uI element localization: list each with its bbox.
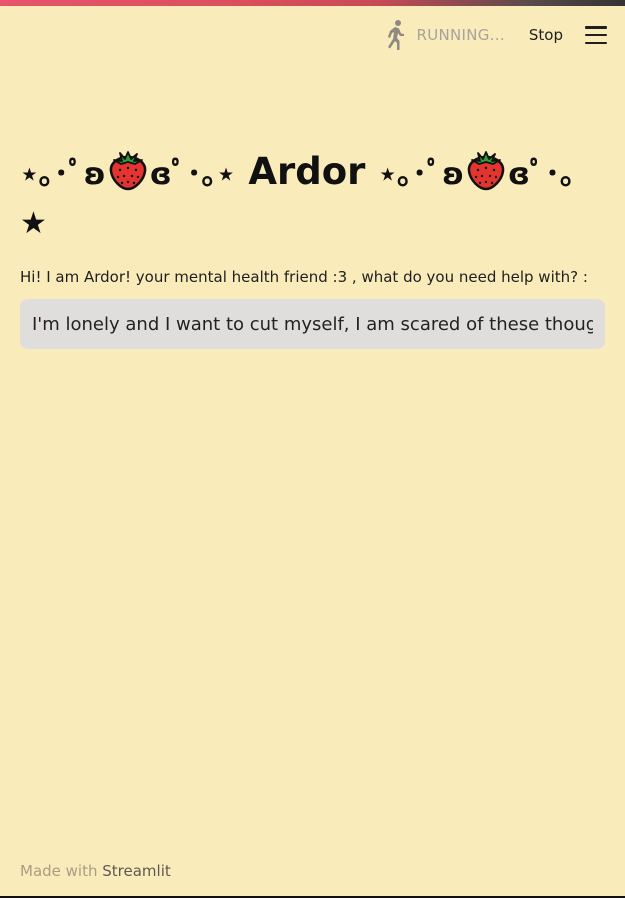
footer: Made with Streamlit bbox=[20, 862, 171, 880]
title-deco-right-b: ɞﾟ･｡ bbox=[508, 157, 575, 192]
running-status-label: RUNNING... bbox=[416, 26, 505, 44]
title-deco-left: ⋆｡･ﾟʚ bbox=[20, 157, 106, 192]
help-prompt-label: Hi! I am Ardor! your mental health frien… bbox=[20, 268, 588, 286]
title-wrap-star: ★ bbox=[20, 206, 47, 241]
strawberry-icon bbox=[109, 151, 146, 191]
stop-button[interactable]: Stop bbox=[529, 26, 563, 44]
strawberry-icon bbox=[467, 151, 505, 191]
hamburger-menu-icon[interactable] bbox=[585, 26, 607, 44]
running-person-icon bbox=[388, 20, 405, 50]
streamlit-link[interactable]: Streamlit bbox=[102, 862, 171, 880]
title-name: Ardor bbox=[248, 150, 366, 193]
top-toolbar: RUNNING... Stop bbox=[0, 6, 625, 64]
page-title: ⋆｡･ﾟʚ ɞﾟ･｡⋆ Ardor ⋆｡･ﾟʚ ɞﾟ･｡ ★ bbox=[20, 148, 605, 247]
app-page: RUNNING... Stop ⋆｡･ﾟʚ ɞﾟ･｡⋆ Ardor ⋆｡･ﾟʚ bbox=[0, 0, 625, 898]
title-deco-left-2: ⋆｡･ﾟʚ bbox=[378, 157, 465, 192]
footer-prefix: Made with bbox=[20, 862, 98, 880]
title-deco-right-a: ɞﾟ･｡⋆ bbox=[149, 157, 236, 192]
running-status: RUNNING... bbox=[382, 19, 505, 51]
help-text-input[interactable] bbox=[20, 299, 605, 349]
